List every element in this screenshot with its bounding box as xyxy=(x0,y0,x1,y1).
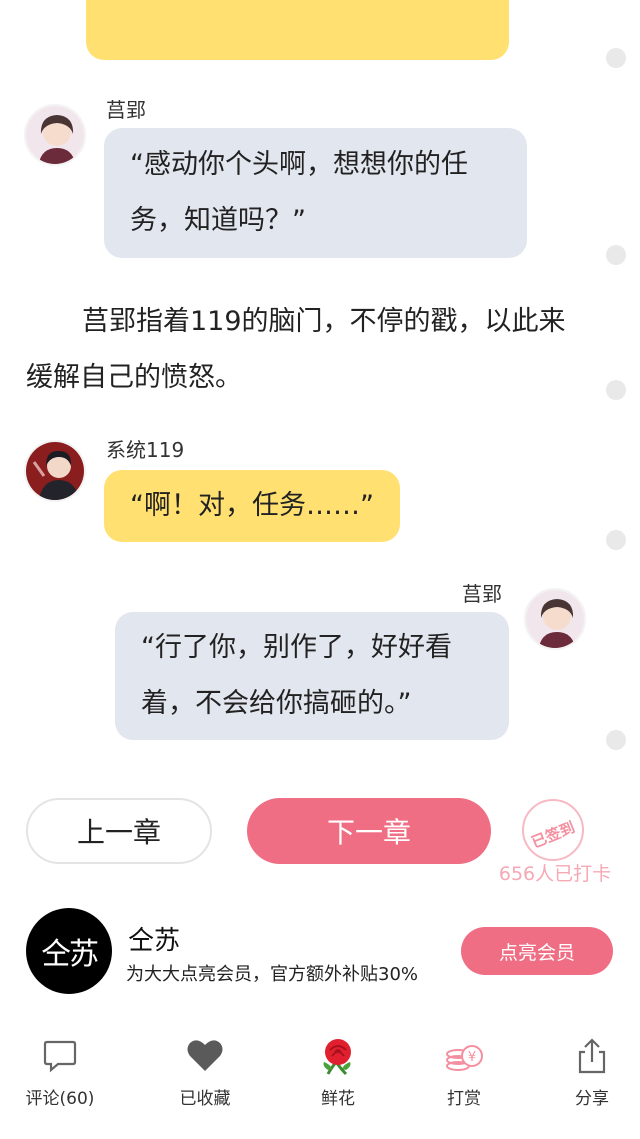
next-chapter-button[interactable]: 下一章 xyxy=(247,798,491,864)
coins-icon: ¥ xyxy=(446,1045,483,1071)
narration-text: 莒郢指着119的脑门，不停的戳，以此来缓解自己的愤怒。 xyxy=(26,306,566,393)
message-text: “行了你，别作了，好好看着，不会给你搞砸的。” xyxy=(141,632,452,719)
sender-name: 莒郢 xyxy=(106,98,146,122)
share-label: 分享 xyxy=(575,1089,609,1109)
chat-bubble: “行了你，别作了，好好看着，不会给你搞砸的。” xyxy=(115,612,509,740)
reward-label: 打赏 xyxy=(447,1089,481,1109)
favorite-label: 已收藏 xyxy=(179,1089,231,1109)
chat-bubble: “感动你个头啊，想想你的任务，知道吗？” xyxy=(104,128,527,258)
author-avatar[interactable]: 仝苏 xyxy=(26,908,112,994)
avatar-system-119[interactable] xyxy=(24,440,86,502)
stamp-label: 已签到 xyxy=(528,818,578,852)
sender-name: 系统119 xyxy=(106,438,185,462)
rose-icon xyxy=(323,1039,351,1076)
avatar-juying[interactable] xyxy=(524,588,586,650)
checkin-widget[interactable]: 已签到 656人已打卡 xyxy=(490,795,620,887)
share-tab[interactable]: 分享 xyxy=(547,1036,637,1116)
narration-paragraph: 莒郢指着119的脑门，不停的戳，以此来缓解自己的愤怒。 xyxy=(26,294,586,406)
sender-name: 莒郢 xyxy=(462,582,502,606)
scroll-dot xyxy=(606,380,626,400)
scroll-dot xyxy=(606,245,626,265)
heart-icon xyxy=(187,1040,223,1071)
checkin-count: 656人已打卡 xyxy=(498,863,612,885)
partial-chat-bubble xyxy=(86,0,509,60)
checkin-stamp-icon: 已签到 xyxy=(522,799,584,861)
comment-icon xyxy=(43,1040,77,1073)
scroll-dot xyxy=(606,730,626,750)
comment-label: 评论(60) xyxy=(25,1089,95,1109)
scroll-dot xyxy=(606,530,626,550)
flower-tab[interactable]: 鲜花 xyxy=(293,1036,383,1116)
scroll-dot xyxy=(606,48,626,68)
svg-text:¥: ¥ xyxy=(468,1050,476,1065)
favorite-tab[interactable]: 已收藏 xyxy=(160,1036,250,1116)
reward-tab[interactable]: ¥ 打赏 xyxy=(419,1036,509,1116)
author-name[interactable]: 仝苏 xyxy=(128,920,180,957)
message-text: “感动你个头啊，想想你的任务，知道吗？” xyxy=(130,149,468,236)
activate-vip-button[interactable]: 点亮会员 xyxy=(461,927,613,975)
author-avatar-text: 仝苏 xyxy=(41,937,99,972)
previous-chapter-button[interactable]: 上一章 xyxy=(26,798,212,864)
flower-label: 鲜花 xyxy=(321,1089,355,1109)
avatar-juying[interactable] xyxy=(24,104,86,166)
chat-bubble: “啊！对，任务……” xyxy=(104,470,400,542)
comment-tab[interactable]: 评论(60) xyxy=(15,1036,105,1116)
author-description: 为大大点亮会员，官方额外补贴30% xyxy=(126,964,419,985)
message-text: “啊！对，任务……” xyxy=(130,490,374,521)
share-icon xyxy=(578,1038,606,1074)
